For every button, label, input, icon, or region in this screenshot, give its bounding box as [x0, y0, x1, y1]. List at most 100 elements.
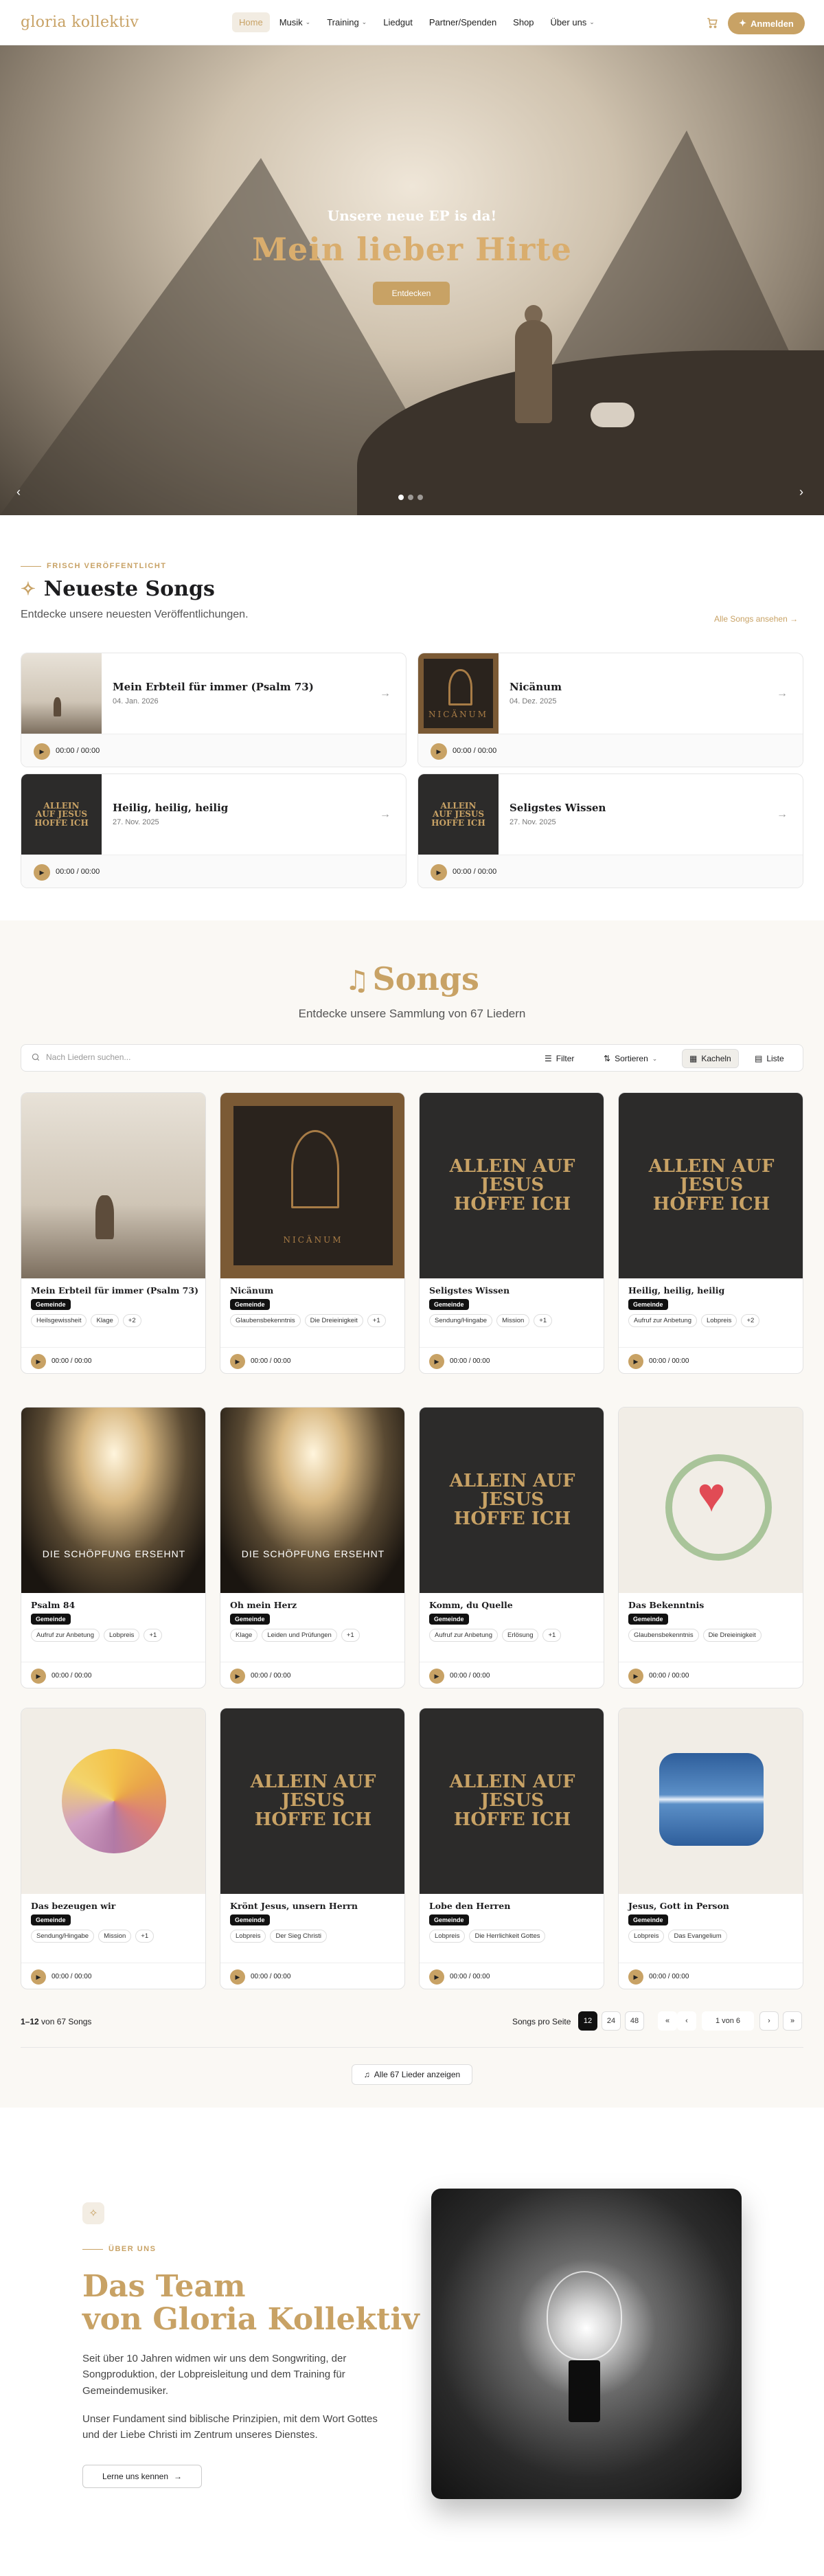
nav-ueber-uns[interactable]: Über uns ⌄	[544, 12, 602, 32]
song-card[interactable]: ALLEIN AUF JESUS HOFFE ICH Komm, du Quell…	[419, 1407, 604, 1688]
tag-chip[interactable]: +1	[534, 1314, 553, 1327]
hero-discover-button[interactable]: Entdecken	[373, 282, 450, 305]
latest-song-card[interactable]: NICÄNUM Nicänum 04. Dez. 2025 → ▶ 00:00 / 00:…	[417, 653, 803, 767]
tag-chip[interactable]: +1	[341, 1629, 360, 1642]
arrow-right-icon[interactable]: →	[380, 809, 391, 821]
tag-chip[interactable]: +1	[367, 1314, 386, 1327]
filter-button[interactable]: ☰ Filter	[538, 1049, 581, 1068]
play-icon[interactable]: ▶	[34, 743, 50, 760]
play-icon[interactable]: ▶	[431, 743, 447, 760]
tag-chip[interactable]: Glaubensbekenntnis	[628, 1629, 699, 1642]
song-card[interactable]: Jesus, Gott in Person Gemeinde Lobpreis Das…	[618, 1708, 803, 1989]
nav-training[interactable]: Training ⌄	[320, 12, 374, 32]
tag-chip[interactable]: Klage	[230, 1629, 258, 1642]
play-icon[interactable]: ▶	[31, 1669, 46, 1684]
play-icon[interactable]: ▶	[628, 1354, 643, 1369]
latest-song-card[interactable]: ALLEIN AUF JESUS HOFFE ICH Seligstes Wiss…	[417, 773, 803, 888]
song-card[interactable]: Das bezeugen wir Gemeinde Sendung/Hingabe M…	[21, 1708, 206, 1989]
next-page-icon[interactable]: ›	[759, 2011, 779, 2031]
song-card[interactable]: ♥ Das Bekenntnis Gemeinde Glaubensbekenntni…	[618, 1407, 803, 1688]
tag-chip[interactable]: +2	[122, 1314, 141, 1327]
play-icon[interactable]: ▶	[34, 864, 50, 881]
arrow-right-icon[interactable]: →	[380, 688, 391, 700]
carousel-dot[interactable]	[398, 495, 404, 500]
arrow-right-icon[interactable]: →	[777, 688, 788, 700]
search-input[interactable]: Nach Liedern suchen...	[31, 1052, 130, 1062]
play-icon[interactable]: ▶	[31, 1969, 46, 1985]
nav-shop[interactable]: Shop	[506, 12, 540, 32]
tag-chip[interactable]: Der Sieg Christi	[270, 1930, 327, 1943]
latest-song-card[interactable]: Mein Erbteil für immer (Psalm 73) 04. Jan…	[21, 653, 407, 767]
tag-chip[interactable]: +1	[135, 1930, 154, 1943]
tag-chip[interactable]: Sendung/Hingabe	[31, 1930, 95, 1943]
view-tiles-button[interactable]: ▦ Kacheln	[682, 1049, 739, 1068]
song-card[interactable]: DIE SCHÖPFUNG ERSEHNT Oh mein Herz Gemeind…	[220, 1407, 405, 1688]
per-page-48[interactable]: 48	[625, 2011, 644, 2031]
tag-chip[interactable]: +1	[144, 1629, 163, 1642]
show-all-songs-button[interactable]: ♫ Alle 67 Lieder anzeigen	[352, 2064, 472, 2085]
nav-liedgut[interactable]: Liedgut	[376, 12, 420, 32]
cart-icon[interactable]	[706, 16, 718, 29]
tag-chip[interactable]: Erlösung	[501, 1629, 539, 1642]
play-icon[interactable]: ▶	[431, 864, 447, 881]
play-icon[interactable]: ▶	[230, 1969, 245, 1985]
per-page-24[interactable]: 24	[602, 2011, 621, 2031]
nav-partner[interactable]: Partner/Spenden	[422, 12, 503, 32]
chevron-right-icon[interactable]: ›	[799, 485, 803, 499]
nav-musik[interactable]: Musik ⌄	[273, 12, 318, 32]
prev-page-icon[interactable]: ‹	[677, 2011, 696, 2031]
tag-chip[interactable]: +1	[542, 1629, 562, 1642]
tag-chip[interactable]: Heilsgewissheit	[31, 1314, 87, 1327]
tag-chip[interactable]: Lobpreis	[230, 1930, 266, 1943]
play-icon[interactable]: ▶	[230, 1669, 245, 1684]
tag-chip[interactable]: Das Evangelium	[668, 1930, 727, 1943]
song-card[interactable]: ALLEIN AUF JESUS HOFFE ICH Krönt Jesus, u…	[220, 1708, 405, 1989]
first-page-icon[interactable]: «	[658, 2011, 677, 2031]
tag-chip[interactable]: Lobpreis	[628, 1930, 665, 1943]
tag-chip[interactable]: Die Dreieinigkeit	[702, 1629, 762, 1642]
tag-chip[interactable]: Mission	[496, 1314, 530, 1327]
logo[interactable]: gloria kollektiv	[21, 14, 139, 31]
sort-button[interactable]: ⇅ Sortieren ⌄	[597, 1049, 664, 1068]
tag-chip[interactable]: Klage	[91, 1314, 119, 1327]
tag-chip[interactable]: Aufruf zur Anbetung	[31, 1629, 100, 1642]
tag-chip[interactable]: Sendung/Hingabe	[429, 1314, 493, 1327]
tag-chip[interactable]: Lobpreis	[429, 1930, 466, 1943]
play-icon[interactable]: ▶	[230, 1354, 245, 1369]
learn-more-button[interactable]: Lerne uns kennen →	[82, 2465, 202, 2488]
tag-chip[interactable]: Mission	[98, 1930, 132, 1943]
song-card[interactable]: ALLEIN AUF JESUS HOFFE ICH Seligstes Wiss…	[419, 1092, 604, 1374]
nav-home[interactable]: Home	[232, 12, 270, 32]
play-icon[interactable]: ▶	[429, 1354, 444, 1369]
play-icon[interactable]: ▶	[628, 1969, 643, 1985]
view-list-button[interactable]: ▤ Liste	[748, 1049, 791, 1068]
tag-chip[interactable]: +2	[741, 1314, 760, 1327]
last-page-icon[interactable]: »	[783, 2011, 802, 2031]
audio-player: ▶ 00:00 / 00:00	[420, 1963, 604, 1989]
login-button[interactable]: ✦ Anmelden	[728, 12, 805, 34]
song-card[interactable]: ALLEIN AUF JESUS HOFFE ICH Lobe den Herre…	[419, 1708, 604, 1989]
tag-chip[interactable]: Lobpreis	[103, 1629, 140, 1642]
song-card[interactable]: DIE SCHÖPFUNG ERSEHNT Psalm 84 Gemeinde Auf…	[21, 1407, 206, 1688]
tag-chip[interactable]: Die Dreieinigkeit	[304, 1314, 363, 1327]
play-icon[interactable]: ▶	[31, 1354, 46, 1369]
play-icon[interactable]: ▶	[429, 1969, 444, 1985]
song-card[interactable]: NICÄNUM Nicänum Gemeinde Glaubensbekenntnis…	[220, 1092, 405, 1374]
tag-chip[interactable]: Aufruf zur Anbetung	[429, 1629, 498, 1642]
per-page-12[interactable]: 12	[578, 2011, 597, 2031]
play-icon[interactable]: ▶	[628, 1669, 643, 1684]
tag-chip[interactable]: Aufruf zur Anbetung	[628, 1314, 697, 1327]
tag-chip[interactable]: Lobpreis	[700, 1314, 737, 1327]
tag-chip[interactable]: Die Herrlichkeit Gottes	[469, 1930, 546, 1943]
tag-chip[interactable]: Glaubensbekenntnis	[230, 1314, 301, 1327]
latest-song-card[interactable]: ALLEIN AUF JESUS HOFFE ICH Heilig, heilig…	[21, 773, 407, 888]
play-icon[interactable]: ▶	[429, 1669, 444, 1684]
carousel-dot[interactable]	[417, 495, 423, 500]
arrow-right-icon[interactable]: →	[777, 809, 788, 821]
song-card[interactable]: Mein Erbteil für immer (Psalm 73) Gemeind…	[21, 1092, 206, 1374]
tag-chip[interactable]: Leiden und Prüfungen	[262, 1629, 337, 1642]
chevron-left-icon[interactable]: ‹	[16, 485, 21, 499]
all-songs-link[interactable]: Alle Songs ansehen →	[714, 614, 798, 624]
song-card[interactable]: ALLEIN AUF JESUS HOFFE ICH Heilig, heilig…	[618, 1092, 803, 1374]
carousel-dot[interactable]	[408, 495, 413, 500]
